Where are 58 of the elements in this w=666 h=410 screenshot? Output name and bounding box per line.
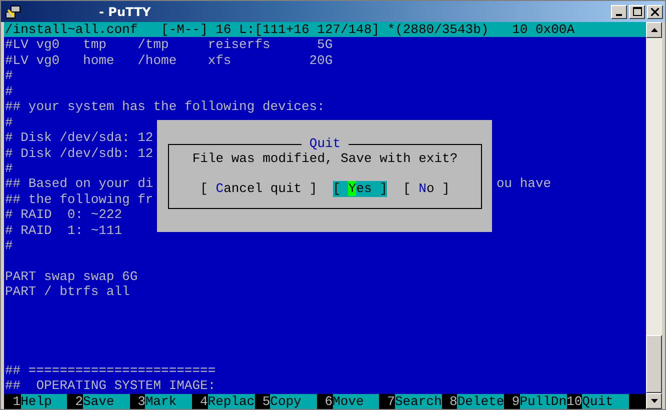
terminal-line: PART / btrfs all: [5, 284, 130, 300]
dialog-option[interactable]: [ No ]: [403, 181, 450, 197]
function-key-number: 9: [510, 394, 520, 409]
terminal-line: #LV vg0 tmp /tmp reiserfs 5G: [5, 37, 333, 53]
terminal-line: # Disk /dev/sdb: 12: [5, 146, 154, 161]
terminal-line: #: [5, 160, 13, 176]
scroll-thumb[interactable]: [646, 335, 662, 393]
function-key-label[interactable]: Help: [20, 394, 68, 409]
function-key-number: 6: [324, 394, 333, 409]
terminal-line: #: [5, 114, 13, 130]
function-key-number: 8: [448, 394, 458, 409]
function-key-number: 7: [386, 394, 395, 409]
function-key-label[interactable]: Quit: [582, 394, 629, 409]
function-key-label[interactable]: Search: [394, 394, 442, 409]
function-key-label[interactable]: Save: [82, 394, 130, 409]
terminal-line: ## the following fr: [5, 192, 154, 208]
function-key-number: 5: [261, 394, 270, 409]
dialog-message: File was modified, Save with exit?: [192, 151, 458, 166]
function-key-number: 10: [566, 394, 582, 409]
up-arrow-icon: [650, 28, 658, 32]
terminal-line: ## OPERATING SYSTEM IMAGE:: [5, 378, 216, 394]
terminal-line: #: [5, 68, 13, 84]
terminal-line: ## your system has the following devices:: [5, 99, 325, 115]
function-key-number: 1: [12, 394, 21, 409]
terminal-line: ou have: [496, 176, 552, 192]
down-arrow-icon: [650, 399, 658, 403]
dialog-option[interactable]: [ Cancel quit ]: [200, 181, 318, 197]
terminal-line: ## ========================: [5, 362, 216, 378]
scrollbar[interactable]: [646, 22, 662, 409]
function-key-label[interactable]: Replac: [208, 394, 255, 409]
computer-icon: [5, 4, 21, 20]
function-key-label[interactable]: Move: [332, 394, 380, 409]
terminal-line: # RAID 0: ~222: [5, 207, 122, 223]
minimize-button[interactable]: [611, 4, 627, 18]
terminal-line: ## Based on your di: [5, 176, 154, 192]
maximize-button[interactable]: [629, 4, 645, 18]
function-key-number: 3: [136, 394, 146, 409]
close-icon: [651, 8, 659, 16]
window-title: - PuTTY: [99, 4, 152, 18]
function-key-label[interactable]: PullDn: [520, 394, 567, 409]
terminal-line: #: [5, 84, 13, 100]
dialog-title: Quit: [302, 136, 348, 152]
function-key-label[interactable]: Mark: [145, 394, 192, 409]
terminal-line: PART swap swap 6G: [5, 269, 138, 284]
maximize-icon: [632, 7, 642, 16]
terminal-line: # Disk /dev/sda: 12: [5, 130, 154, 146]
dialog-option[interactable]: [ Yes ]: [332, 181, 388, 197]
terminal-line: # RAID 1: ~111: [5, 222, 122, 238]
scroll-down-button[interactable]: [646, 393, 662, 409]
terminal-line: #LV vg0 home /home xfs 20G: [5, 52, 333, 68]
function-key-label[interactable]: Delete: [457, 394, 504, 409]
terminal-line: #: [5, 238, 13, 254]
function-key-number: 2: [74, 394, 83, 409]
minimize-icon: [616, 14, 622, 16]
scroll-up-button[interactable]: [646, 22, 662, 38]
function-key-label[interactable]: Copy: [270, 394, 317, 409]
function-key-number: 4: [198, 394, 208, 409]
close-button[interactable]: [647, 4, 663, 18]
